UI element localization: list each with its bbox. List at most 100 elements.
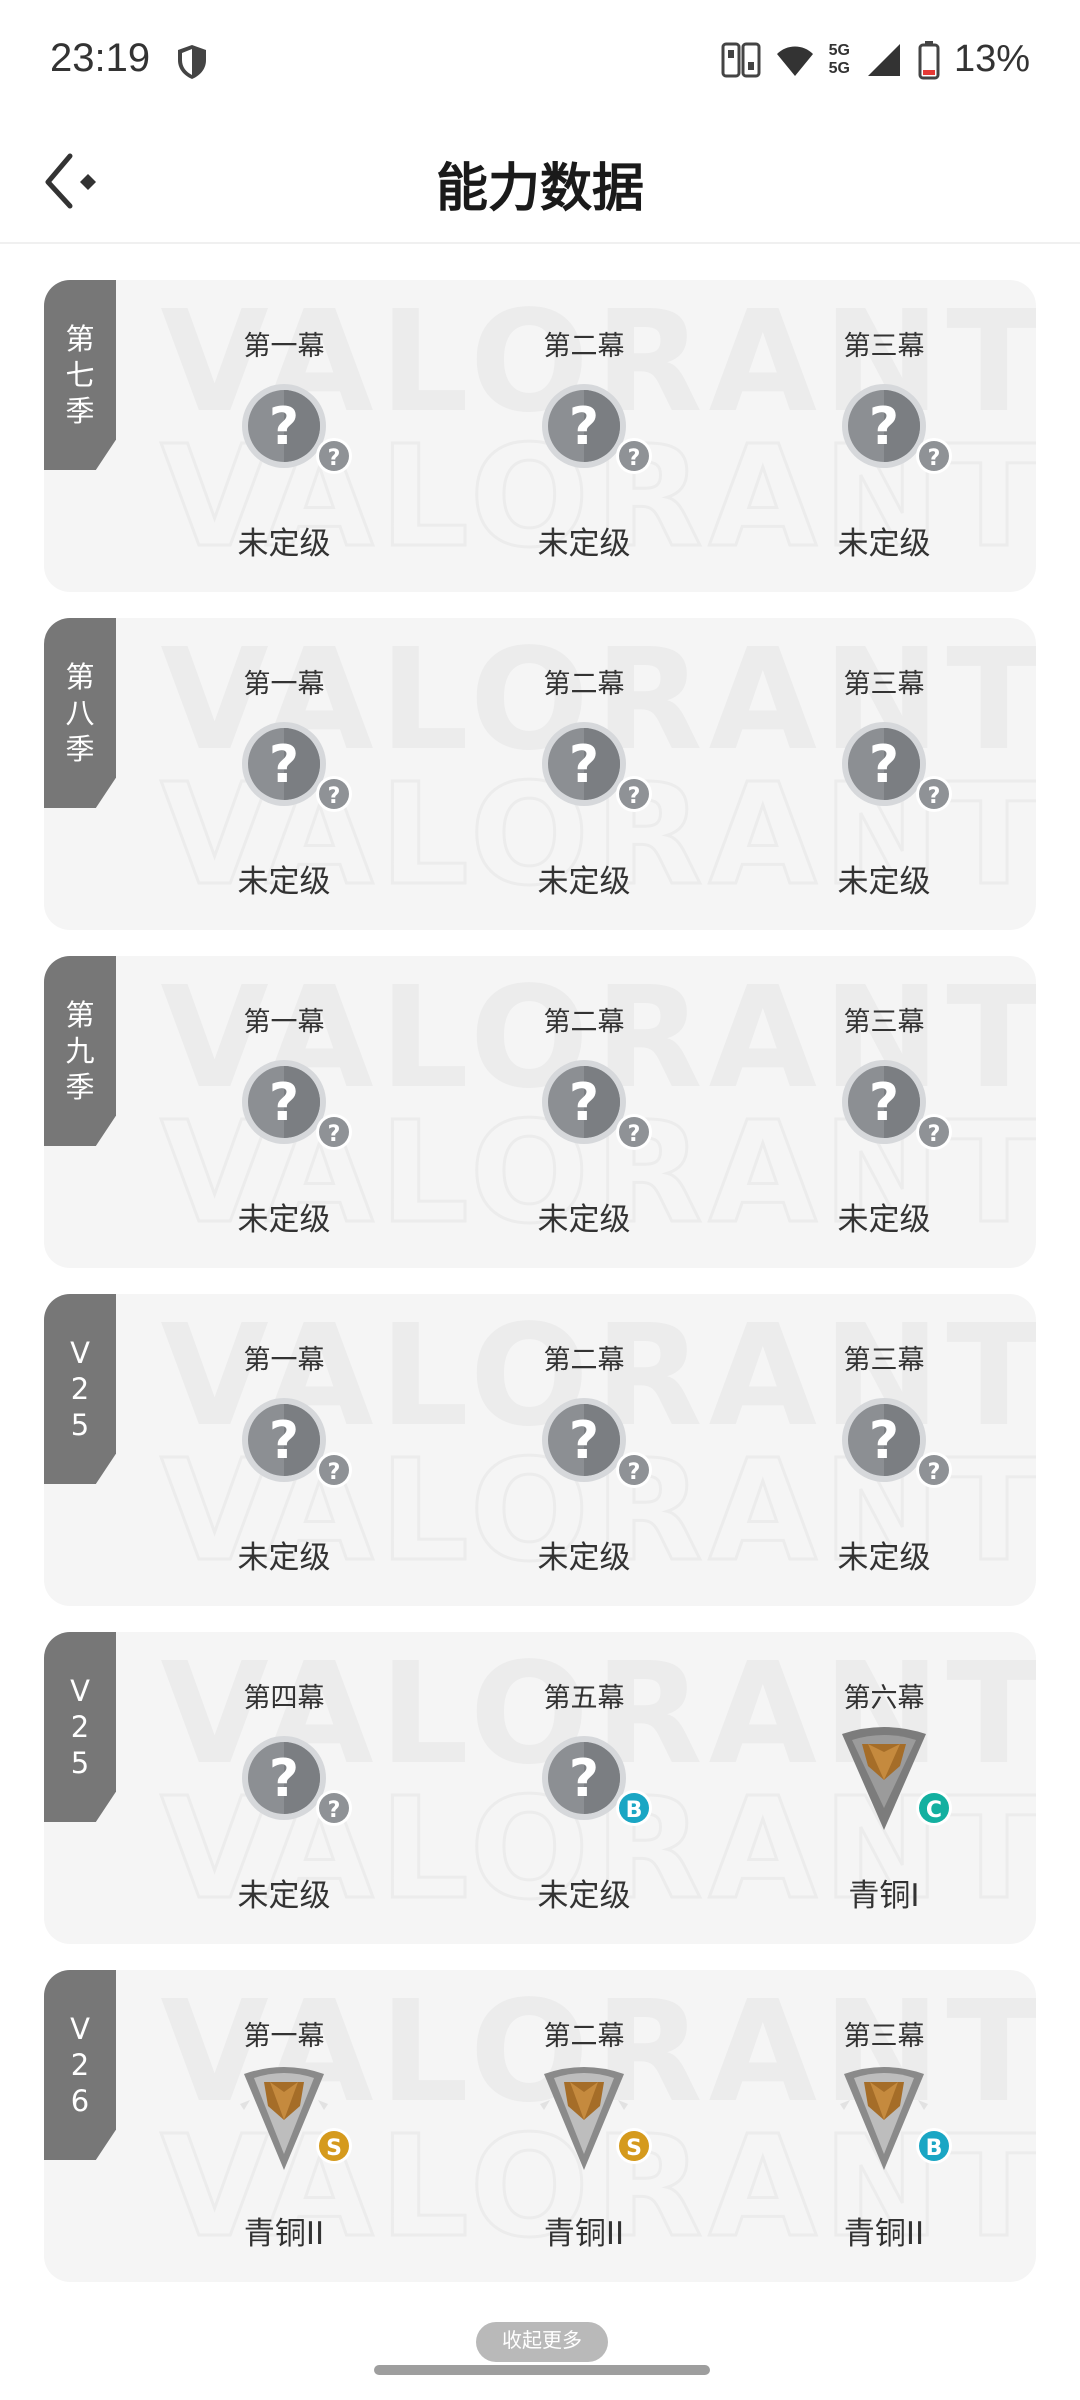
grade-badge-icon: ? <box>316 1452 352 1488</box>
act-name: 第三幕 <box>843 2021 925 2052</box>
act-item[interactable]: 第四幕 ? ? 未定级 <box>134 1676 434 1926</box>
act-item[interactable]: 第三幕 ? ? 未定级 <box>734 324 1034 574</box>
act-name: 第一幕 <box>243 1007 325 1038</box>
svg-text:?: ? <box>869 1073 899 1133</box>
season-tag: V25 <box>44 1294 116 1484</box>
rank-icon: ? ? <box>842 1398 952 1488</box>
act-item[interactable]: 第五幕 ? B 未定级 <box>434 1676 734 1926</box>
act-row: 第一幕 ? ? 未定级 第二幕 ? ? 未定级 第三幕 ? ? 未定级 <box>134 662 1034 912</box>
act-rank: 未定级 <box>237 526 331 562</box>
act-rank: 未定级 <box>537 526 631 562</box>
act-item[interactable]: 第三幕 ? ? 未定级 <box>734 662 1034 912</box>
act-name: 第二幕 <box>543 1345 625 1376</box>
svg-text:?: ? <box>928 446 941 471</box>
svg-text:?: ? <box>628 1460 641 1485</box>
grade-badge-icon: ? <box>916 1114 952 1150</box>
rank-icon: S <box>540 2067 652 2170</box>
collapse-more-button[interactable]: 收起更多 <box>476 2322 608 2362</box>
act-item[interactable]: 第二幕 ? ? 未定级 <box>434 662 734 912</box>
grade-badge-icon: ? <box>616 1114 652 1150</box>
grade-badge-icon: ? <box>616 776 652 812</box>
grade-badge-icon: ? <box>316 1114 352 1150</box>
act-item[interactable]: 第二幕 S 青铜II <box>434 2014 734 2264</box>
act-row: 第一幕 ? ? 未定级 第二幕 ? ? 未定级 第三幕 ? ? 未定级 <box>134 1338 1034 1588</box>
svg-text:?: ? <box>269 1073 299 1133</box>
grade-badge-icon: ? <box>316 1790 352 1826</box>
grade-badge-icon: ? <box>316 776 352 812</box>
grade-badge-icon: ? <box>616 1452 652 1488</box>
act-item[interactable]: 第一幕 ? ? 未定级 <box>134 324 434 574</box>
rank-icon: ? ? <box>842 722 952 812</box>
act-rank: 未定级 <box>237 1878 331 1914</box>
shield-icon <box>178 45 206 79</box>
season-tag: V26 <box>44 1970 116 2160</box>
header: 能力数据 <box>0 120 1080 244</box>
act-item[interactable]: 第一幕 ? ? 未定级 <box>134 662 434 912</box>
act-name: 第一幕 <box>243 669 325 700</box>
act-rank: 青铜II <box>243 2216 325 2252</box>
rank-icon: ? B <box>542 1736 652 1826</box>
season-card: VALORANT VALORANT V25 第四幕 ? ? 未定级 第五幕 ? … <box>44 1632 1036 1944</box>
svg-text:S: S <box>326 2136 342 2161</box>
act-name: 第六幕 <box>843 1683 925 1714</box>
act-row: 第一幕 ? ? 未定级 第二幕 ? ? 未定级 第三幕 ? ? 未定级 <box>134 324 1034 574</box>
grade-badge-icon: ? <box>916 1452 952 1488</box>
act-name: 第二幕 <box>543 1007 625 1038</box>
act-item[interactable]: 第三幕 ? ? 未定级 <box>734 1338 1034 1588</box>
svg-text:?: ? <box>628 784 641 809</box>
act-row: 第一幕 ? ? 未定级 第二幕 ? ? 未定级 第三幕 ? ? 未定级 <box>134 1000 1034 1250</box>
season-card: VALORANT VALORANT 第八季 第一幕 ? ? 未定级 第二幕 ? … <box>44 618 1036 930</box>
rank-icon: ? ? <box>242 384 352 474</box>
season-card: VALORANT VALORANT V26 第一幕 S 青铜II 第二幕 S 青… <box>44 1970 1036 2282</box>
act-rank: 未定级 <box>537 1878 631 1914</box>
home-indicator[interactable] <box>374 2365 710 2375</box>
act-item[interactable]: 第六幕 C 青铜I <box>734 1676 1034 1926</box>
act-name: 第三幕 <box>843 331 925 362</box>
rank-icon: S <box>240 2067 352 2170</box>
svg-text:B: B <box>626 1798 643 1823</box>
act-rank: 未定级 <box>237 864 331 900</box>
act-item[interactable]: 第二幕 ? ? 未定级 <box>434 324 734 574</box>
svg-text:?: ? <box>269 1749 299 1809</box>
grade-badge-icon: S <box>316 2128 352 2164</box>
season-tag: 第八季 <box>44 618 116 808</box>
act-name: 第一幕 <box>243 1345 325 1376</box>
status-time: 23:19 <box>50 36 151 80</box>
act-rank: 未定级 <box>837 864 931 900</box>
act-item[interactable]: 第一幕 S 青铜II <box>134 2014 434 2264</box>
grade-badge-icon: ? <box>316 438 352 474</box>
svg-text:?: ? <box>328 1460 341 1485</box>
svg-text:?: ? <box>628 1122 641 1147</box>
wifi-icon <box>776 46 813 76</box>
act-item[interactable]: 第一幕 ? ? 未定级 <box>134 1338 434 1588</box>
act-rank: 未定级 <box>537 1202 631 1238</box>
rank-icon: ? ? <box>542 1398 652 1488</box>
svg-text:?: ? <box>328 784 341 809</box>
battery-icon <box>918 40 940 79</box>
svg-text:?: ? <box>569 1749 599 1809</box>
act-rank: 未定级 <box>537 1540 631 1576</box>
act-rank: 青铜II <box>843 2216 925 2252</box>
act-name: 第一幕 <box>243 331 325 362</box>
act-name: 第一幕 <box>243 2021 325 2052</box>
act-name: 第三幕 <box>843 669 925 700</box>
rank-icon: C <box>842 1727 952 1830</box>
act-item[interactable]: 第二幕 ? ? 未定级 <box>434 1000 734 1250</box>
season-card: VALORANT VALORANT 第七季 第一幕 ? ? 未定级 第二幕 ? … <box>44 280 1036 592</box>
grade-badge-icon: B <box>916 2128 952 2164</box>
act-name: 第二幕 <box>543 2021 625 2052</box>
act-item[interactable]: 第二幕 ? ? 未定级 <box>434 1338 734 1588</box>
season-card: VALORANT VALORANT V25 第一幕 ? ? 未定级 第二幕 ? … <box>44 1294 1036 1606</box>
act-rank: 未定级 <box>237 1540 331 1576</box>
act-item[interactable]: 第一幕 ? ? 未定级 <box>134 1000 434 1250</box>
rank-icon: ? ? <box>542 722 652 812</box>
svg-text:?: ? <box>928 1460 941 1485</box>
svg-text:?: ? <box>269 1411 299 1471</box>
svg-text:?: ? <box>328 1122 341 1147</box>
act-item[interactable]: 第三幕 ? ? 未定级 <box>734 1000 1034 1250</box>
svg-text:?: ? <box>328 446 341 471</box>
act-rank: 青铜I <box>848 1878 920 1914</box>
act-item[interactable]: 第三幕 B 青铜II <box>734 2014 1034 2264</box>
svg-text:?: ? <box>869 1411 899 1471</box>
page-title: 能力数据 <box>435 159 644 219</box>
